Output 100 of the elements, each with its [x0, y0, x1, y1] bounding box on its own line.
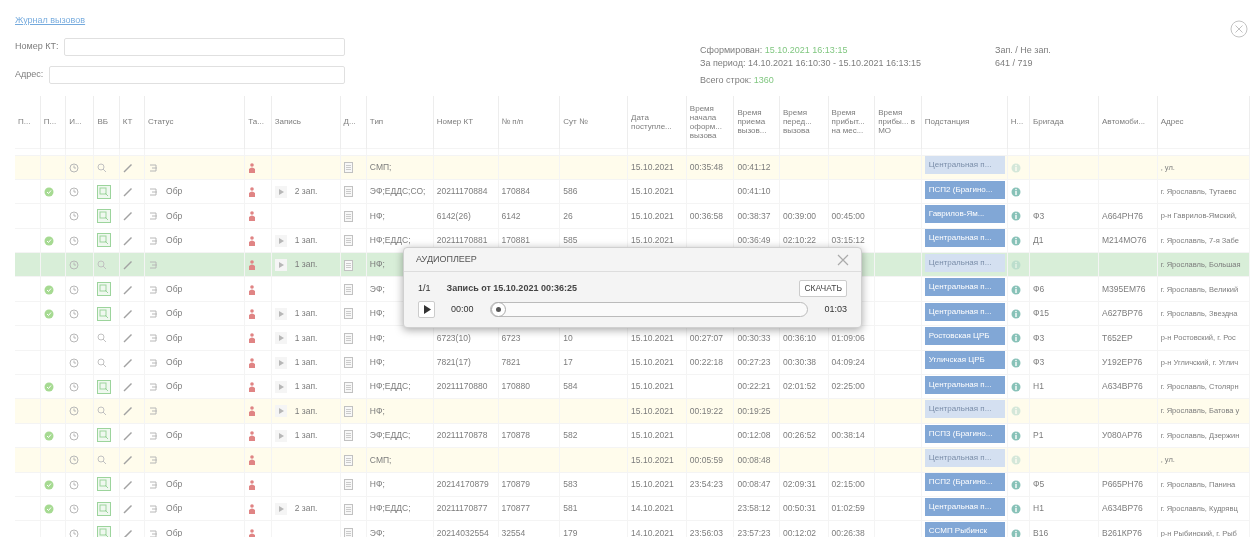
seek-thumb[interactable] — [490, 301, 506, 317]
exit-icon[interactable] — [148, 162, 159, 173]
column-header[interactable]: Статус — [148, 117, 242, 127]
person-icon[interactable] — [248, 455, 257, 466]
column-header[interactable]: Тип — [369, 117, 430, 127]
document-icon[interactable] — [343, 162, 353, 174]
magnifier-icon[interactable] — [97, 455, 108, 466]
info-icon[interactable] — [1010, 186, 1021, 197]
clock-icon[interactable] — [69, 186, 80, 197]
person-icon[interactable] — [248, 284, 257, 295]
seek-track[interactable] — [489, 301, 809, 317]
clock-icon[interactable] — [69, 235, 80, 246]
person-icon[interactable] — [248, 186, 257, 197]
play-icon[interactable] — [274, 503, 287, 516]
info-icon[interactable] — [1010, 284, 1021, 295]
clock-icon[interactable] — [69, 504, 80, 515]
info-icon[interactable] — [1010, 162, 1021, 173]
column-header[interactable]: Время перед... вызова — [783, 108, 825, 136]
pencil-icon[interactable] — [122, 528, 133, 537]
document-icon[interactable] — [343, 381, 353, 393]
magnifier-icon[interactable] — [97, 306, 112, 321]
exit-icon[interactable] — [148, 260, 159, 271]
person-icon[interactable] — [248, 235, 257, 246]
column-header[interactable]: Та... — [248, 117, 268, 127]
pencil-icon[interactable] — [122, 308, 133, 319]
column-header[interactable]: Время прибы... в МО — [878, 108, 918, 136]
document-icon[interactable] — [343, 357, 353, 369]
magnifier-icon[interactable] — [97, 428, 112, 443]
column-header[interactable]: И... — [69, 117, 91, 127]
pencil-icon[interactable] — [122, 357, 133, 368]
clock-icon[interactable] — [69, 479, 80, 490]
play-icon[interactable] — [274, 259, 287, 272]
magnifier-icon[interactable] — [97, 233, 112, 248]
column-header[interactable]: Номер КТ — [436, 117, 495, 127]
magnifier-icon[interactable] — [97, 526, 112, 537]
magnifier-icon[interactable] — [97, 260, 108, 271]
document-icon[interactable] — [343, 503, 353, 515]
exit-icon[interactable] — [148, 406, 159, 417]
download-button[interactable]: СКАЧАТЬ — [799, 280, 847, 297]
pencil-icon[interactable] — [122, 260, 133, 271]
document-icon[interactable] — [343, 332, 353, 344]
play-icon[interactable] — [274, 405, 287, 418]
person-icon[interactable] — [248, 260, 257, 271]
pencil-icon[interactable] — [122, 430, 133, 441]
exit-icon[interactable] — [148, 479, 159, 490]
info-icon[interactable] — [1010, 504, 1021, 515]
info-icon[interactable] — [1010, 333, 1021, 344]
column-header[interactable]: П... — [18, 117, 37, 127]
exit-icon[interactable] — [148, 333, 159, 344]
play-icon[interactable] — [274, 185, 287, 198]
exit-icon[interactable] — [148, 186, 159, 197]
pencil-icon[interactable] — [122, 333, 133, 344]
column-header[interactable]: КТ — [122, 117, 142, 127]
document-icon[interactable] — [343, 479, 353, 491]
magnifier-icon[interactable] — [97, 501, 112, 516]
person-icon[interactable] — [248, 406, 257, 417]
filter-field[interactable] — [64, 37, 345, 56]
column-header[interactable]: Сут № — [563, 117, 625, 127]
play-button[interactable] — [418, 300, 435, 318]
magnifier-icon[interactable] — [97, 282, 112, 297]
magnifier-icon[interactable] — [97, 184, 112, 199]
column-header[interactable]: Время начала оформ... вызова — [689, 103, 731, 140]
info-icon[interactable] — [1010, 308, 1021, 319]
document-icon[interactable] — [343, 284, 353, 295]
person-icon[interactable] — [248, 162, 257, 173]
play-icon[interactable] — [274, 429, 287, 442]
pencil-icon[interactable] — [122, 284, 133, 295]
exit-icon[interactable] — [148, 430, 159, 441]
pencil-icon[interactable] — [122, 162, 133, 173]
exit-icon[interactable] — [148, 504, 159, 515]
info-icon[interactable] — [1010, 479, 1021, 490]
close-icon[interactable] — [1230, 20, 1248, 38]
exit-icon[interactable] — [148, 211, 159, 222]
clock-icon[interactable] — [69, 455, 80, 466]
document-icon[interactable] — [343, 210, 353, 222]
pencil-icon[interactable] — [122, 479, 133, 490]
info-icon[interactable] — [1010, 528, 1021, 537]
exit-icon[interactable] — [148, 357, 159, 368]
clock-icon[interactable] — [69, 382, 80, 393]
info-icon[interactable] — [1010, 406, 1021, 417]
clock-icon[interactable] — [69, 308, 80, 319]
info-icon[interactable] — [1010, 357, 1021, 368]
pencil-icon[interactable] — [122, 235, 133, 246]
person-icon[interactable] — [248, 430, 257, 441]
person-icon[interactable] — [248, 333, 257, 344]
exit-icon[interactable] — [148, 284, 159, 295]
info-icon[interactable] — [1010, 211, 1021, 222]
column-header[interactable]: ВБ — [97, 117, 116, 127]
clock-icon[interactable] — [69, 406, 80, 417]
clock-icon[interactable] — [69, 211, 80, 222]
pencil-icon[interactable] — [122, 211, 133, 222]
document-icon[interactable] — [343, 308, 353, 320]
person-icon[interactable] — [248, 479, 257, 490]
magnifier-icon[interactable] — [97, 477, 112, 492]
clock-icon[interactable] — [69, 357, 80, 368]
magnifier-icon[interactable] — [97, 333, 108, 344]
info-icon[interactable] — [1010, 455, 1021, 466]
pencil-icon[interactable] — [122, 406, 133, 417]
person-icon[interactable] — [248, 504, 257, 515]
person-icon[interactable] — [248, 211, 257, 222]
